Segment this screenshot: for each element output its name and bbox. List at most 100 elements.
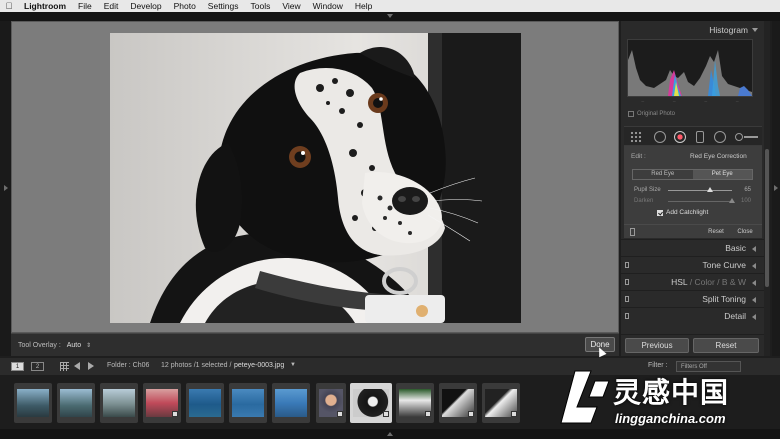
panel-switch-icon[interactable] — [625, 313, 629, 319]
darken-knob[interactable] — [729, 198, 735, 203]
tool-overlay-value[interactable]: Auto — [67, 342, 81, 349]
menu-edit[interactable]: Edit — [98, 1, 125, 11]
panel-switch-icon[interactable] — [630, 228, 635, 236]
darken-label: Darken — [634, 198, 654, 204]
menu-view[interactable]: View — [276, 1, 306, 11]
red-eye-tool-icon[interactable] — [674, 131, 686, 143]
filmstrip-thumbnail[interactable] — [186, 383, 224, 423]
eye-mode-toggle: Red Eye Pet Eye — [632, 169, 753, 180]
panel-switch-icon[interactable] — [625, 279, 629, 285]
color-tab[interactable]: Color — [694, 277, 714, 287]
add-catchlight-checkbox[interactable] — [657, 209, 663, 216]
top-panel-strip[interactable] — [0, 12, 780, 21]
filmstrip-thumbnail[interactable] — [143, 383, 181, 423]
watermark-chinese-text: 灵感中国 — [613, 377, 730, 408]
filmstrip-thumbnail[interactable] — [439, 383, 477, 423]
section-basic[interactable]: Basic — [621, 239, 764, 256]
filmstrip-thumbnail[interactable] — [272, 383, 310, 423]
brush-slider-icon[interactable] — [744, 136, 758, 138]
filmstrip-thumbnail[interactable] — [229, 383, 267, 423]
folder-source[interactable]: Folder : Ch06 — [107, 362, 149, 369]
radial-filter-icon[interactable] — [714, 131, 726, 143]
bottom-panel-toggle-icon[interactable] — [387, 432, 393, 436]
edited-badge-icon — [511, 411, 517, 417]
menu-app[interactable]: Lightroom — [18, 1, 72, 11]
watermark-url-text: lingganchina.com — [615, 411, 726, 426]
red-eye-reset-button[interactable]: Reset — [704, 228, 728, 237]
right-panel-scrollbar[interactable] — [764, 21, 770, 356]
adjustment-brush-icon[interactable] — [735, 133, 743, 141]
darken-track[interactable] — [668, 201, 732, 202]
panel-switch-icon[interactable] — [625, 296, 629, 302]
histogram-header[interactable]: Histogram — [621, 23, 764, 37]
dog-photo[interactable] — [110, 33, 521, 323]
filename-dropdown-icon[interactable]: ▼ — [290, 362, 296, 368]
expand-arrow-icon[interactable] — [752, 246, 756, 252]
red-eye-title: Red Eye Correction — [690, 153, 747, 160]
original-photo-checkbox[interactable] — [628, 111, 634, 117]
right-panel-strip[interactable] — [772, 21, 780, 356]
expand-arrow-icon[interactable] — [752, 263, 756, 269]
expand-arrow-icon[interactable] — [752, 297, 756, 303]
forward-arrow-icon[interactable] — [88, 362, 94, 370]
section-hsl[interactable]: HSL / Color / B & W — [621, 273, 764, 290]
filmstrip-thumbnail[interactable] — [396, 383, 434, 423]
menu-help[interactable]: Help — [349, 1, 378, 11]
tool-overlay-control[interactable]: Tool Overlay : Auto ⇕ — [18, 342, 91, 349]
filmstrip-thumbnail[interactable] — [14, 383, 52, 423]
menu-tools[interactable]: Tools — [245, 1, 277, 11]
pet-eye-mode-button[interactable]: Pet Eye — [692, 170, 752, 179]
filmstrip-thumbnail[interactable] — [100, 383, 138, 423]
right-panel-toggle-icon[interactable] — [774, 185, 778, 191]
back-arrow-icon[interactable] — [74, 362, 80, 370]
bw-tab[interactable]: B & W — [722, 277, 746, 287]
filmstrip-thumbnail[interactable] — [316, 383, 346, 423]
reset-button[interactable]: Reset — [693, 338, 759, 353]
dog-photo-image — [110, 33, 521, 323]
menu-develop[interactable]: Develop — [124, 1, 167, 11]
section-detail[interactable]: Detail — [621, 307, 764, 324]
top-panel-toggle-icon[interactable] — [387, 14, 393, 18]
add-catchlight-toggle[interactable]: Add Catchlight — [657, 209, 708, 216]
pupil-size-slider[interactable]: Pupil Size 65 — [632, 186, 753, 195]
expand-arrow-icon[interactable] — [752, 314, 756, 320]
filmstrip-thumbnail[interactable] — [57, 383, 95, 423]
section-tone-curve[interactable]: Tone Curve — [621, 256, 764, 273]
left-panel-toggle-icon[interactable] — [4, 185, 8, 191]
tool-strip — [624, 126, 762, 146]
scrollbar-thumb[interactable] — [765, 149, 769, 287]
red-eye-close-button[interactable]: Close — [733, 228, 757, 237]
expand-arrow-icon[interactable] — [752, 280, 756, 286]
graduated-filter-icon[interactable] — [696, 131, 704, 143]
grid-view-icon[interactable] — [60, 362, 69, 371]
window-2-button[interactable]: 2 — [31, 362, 44, 371]
watermark-logo: 灵感中国 lingganchina.com — [555, 363, 780, 439]
spot-removal-icon[interactable] — [654, 131, 666, 143]
edited-badge-icon — [337, 411, 343, 417]
hsl-tab[interactable]: HSL — [671, 277, 687, 287]
filmstrip-thumbnail[interactable] — [482, 383, 520, 423]
darken-slider[interactable]: Darken 100 — [632, 197, 753, 206]
apple-icon[interactable]:  — [0, 1, 18, 11]
menu-photo[interactable]: Photo — [168, 1, 202, 11]
menu-settings[interactable]: Settings — [202, 1, 245, 11]
menu-window[interactable]: Window — [307, 1, 349, 11]
previous-button[interactable]: Previous — [625, 338, 689, 353]
pupil-size-knob[interactable] — [706, 187, 713, 192]
panel-switch-icon[interactable] — [625, 262, 629, 268]
left-panel-strip[interactable] — [0, 21, 11, 356]
histogram[interactable] — [627, 39, 753, 97]
pupil-size-track[interactable] — [668, 190, 732, 191]
collapse-icon[interactable] — [752, 28, 758, 32]
window-1-button[interactable]: 1 — [11, 362, 24, 371]
red-eye-mode-button[interactable]: Red Eye — [633, 170, 693, 179]
darken-value[interactable]: 100 — [741, 198, 751, 204]
menu-file[interactable]: File — [72, 1, 98, 11]
original-photo-toggle[interactable]: Original Photo — [628, 111, 675, 117]
crop-overlay-icon[interactable] — [630, 131, 642, 143]
updown-arrows-icon[interactable]: ⇕ — [86, 343, 91, 349]
section-split-toning[interactable]: Split Toning — [621, 290, 764, 307]
selected-filename[interactable]: peteye-0003.jpg — [234, 362, 284, 369]
pupil-size-value[interactable]: 65 — [744, 187, 751, 193]
filmstrip-thumbnail-selected[interactable] — [350, 383, 392, 423]
